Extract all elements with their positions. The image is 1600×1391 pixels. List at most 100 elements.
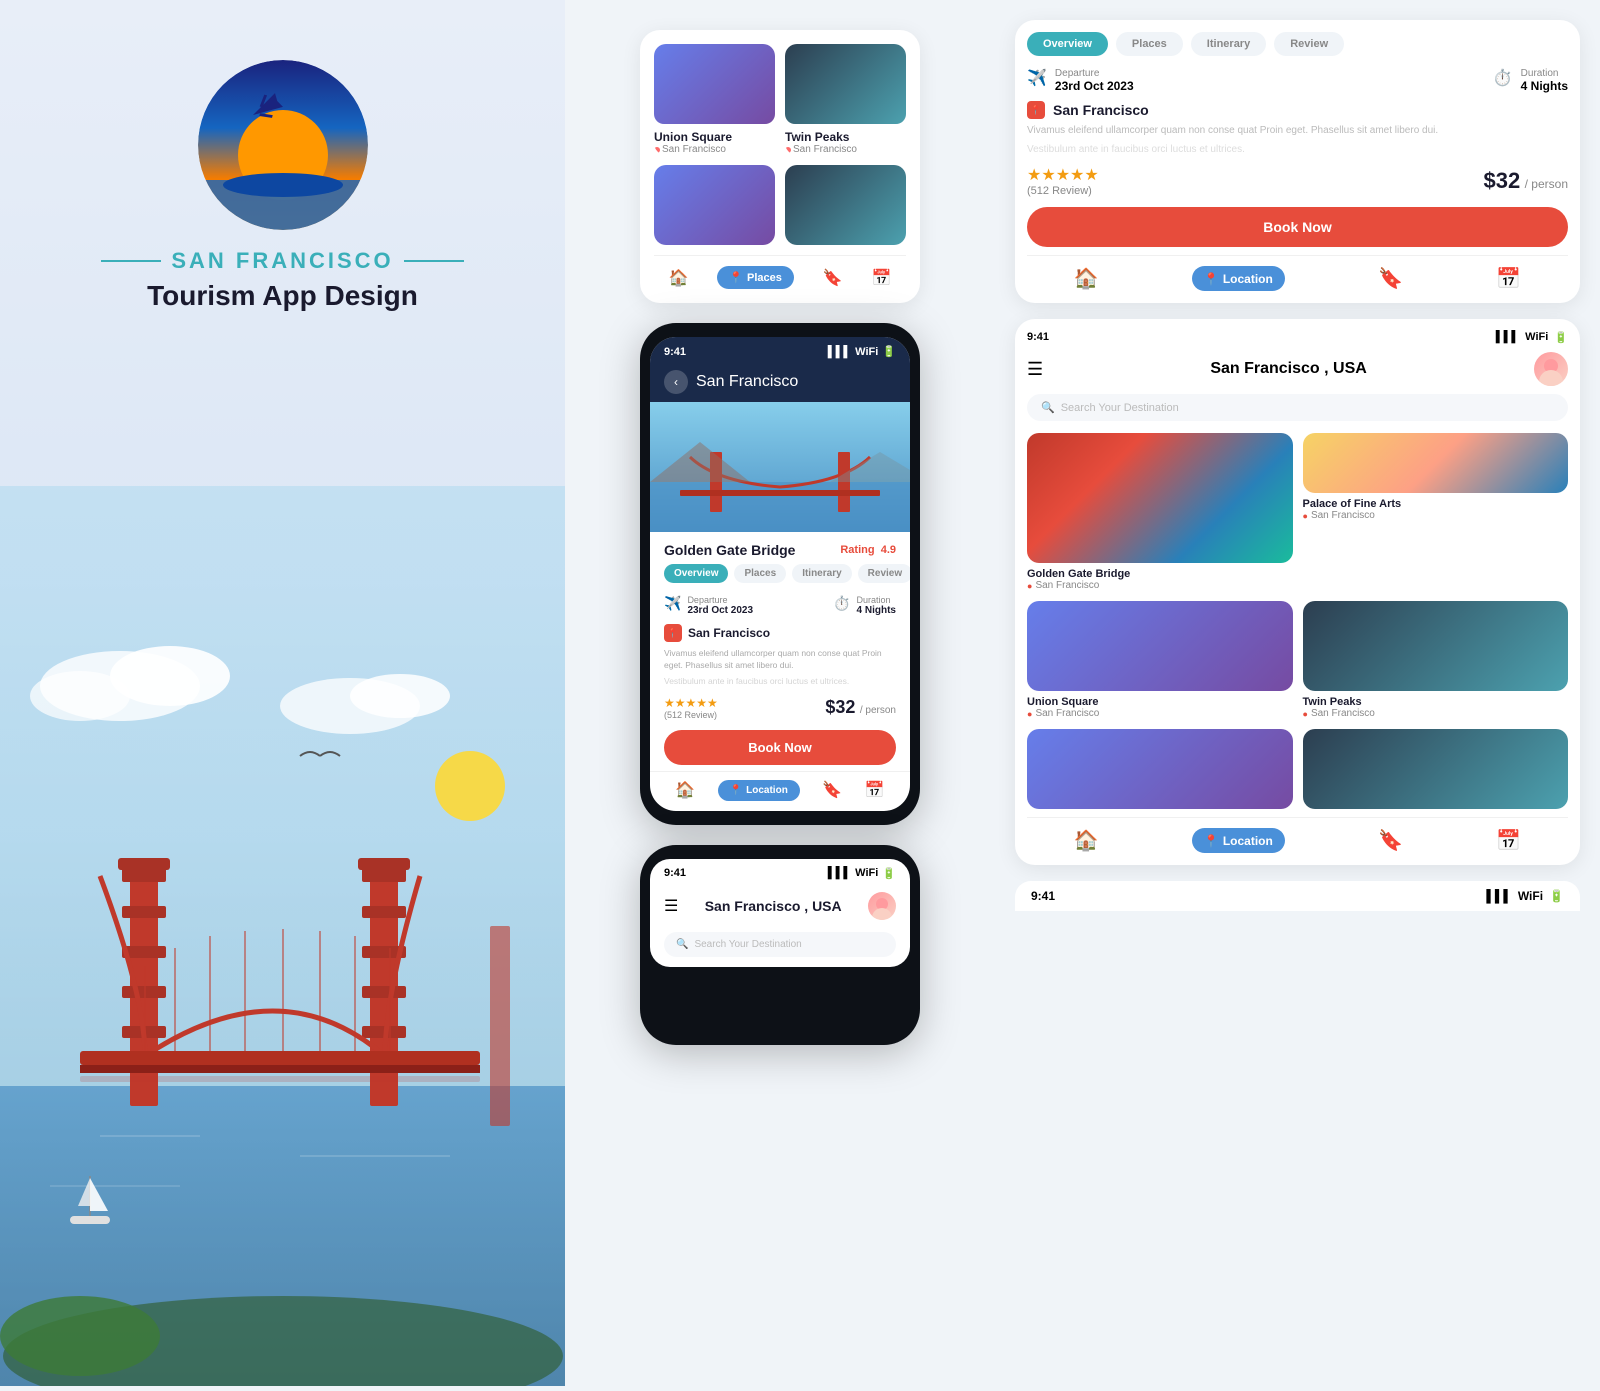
rp3-signal: ▌▌▌ [1486, 889, 1512, 903]
left-panel: SAN FRANCISCO Tourism App Design [0, 0, 565, 1386]
card-loc-twin: San Francisco [785, 144, 906, 155]
menu-icon[interactable]: ☰ [664, 896, 678, 916]
nav-bookmark-btn-small[interactable]: 🔖 [823, 268, 843, 288]
small-card-twin-peaks[interactable]: Twin Peaks San Francisco [785, 44, 906, 155]
rp2-destinations-grid: Golden Gate Bridge ● San Francisco Palac… [1027, 433, 1568, 591]
rp2-menu-icon[interactable]: ☰ [1027, 359, 1043, 380]
rp2-destinations-grid-2: Union Square ● San Francisco Twin Peaks … [1027, 601, 1568, 719]
search-bar[interactable]: 🔍 Search Your Destination [664, 932, 896, 957]
rp2-nav-calendar[interactable]: 📅 [1496, 828, 1521, 853]
rp2-battery: 🔋 [1554, 331, 1568, 344]
back-button[interactable]: ‹ [664, 370, 688, 394]
tab-places[interactable]: Places [734, 564, 786, 583]
status-icons-2: ▌▌▌ WiFi 🔋 [828, 867, 896, 880]
nav-home-icon[interactable]: 🏠 [675, 780, 695, 801]
rp2-nav-bookmark[interactable]: 🔖 [1378, 828, 1403, 853]
wifi-2: WiFi [855, 867, 878, 879]
rp3-wifi: WiFi [1518, 889, 1543, 903]
r-stars-section: ★★★★★ (512 Review) [1027, 165, 1099, 197]
departure-date: 23rd Oct 2023 [687, 605, 753, 616]
rp2-card-union[interactable]: Union Square ● San Francisco [1027, 601, 1293, 719]
rp2-img-coit [1303, 729, 1569, 809]
r-nav-home[interactable]: 🏠 [1074, 266, 1099, 291]
r-stars-row: ★★★★★ (512 Review) $32 / person [1027, 165, 1568, 197]
right-tab-review[interactable]: Review [1274, 32, 1344, 56]
rp2-time: 9:41 [1027, 331, 1049, 344]
tab-overview[interactable]: Overview [664, 564, 728, 583]
rp2-card-twin[interactable]: Twin Peaks ● San Francisco [1303, 601, 1569, 719]
battery-icon-1: 🔋 [882, 345, 896, 358]
user-avatar[interactable] [868, 892, 896, 920]
title-line-left [101, 260, 161, 262]
nav-location-active[interactable]: 📍 Location [718, 780, 800, 801]
rp2-avatar[interactable] [1534, 352, 1568, 386]
right-tab-overview[interactable]: Overview [1027, 32, 1108, 56]
rating-value: 4.9 [881, 544, 896, 556]
signal-2: ▌▌▌ [828, 867, 851, 879]
nav-bookmark-icon[interactable]: 🔖 [822, 780, 842, 801]
location-badge-icon: 📍 [664, 624, 682, 642]
card-title-twin: Twin Peaks [785, 130, 906, 144]
location-badge-row: 📍 San Francisco [650, 620, 910, 646]
r-stars: ★★★★★ [1027, 165, 1099, 185]
status-time-1: 9:41 [664, 346, 686, 358]
rp2-bottom-nav: 🏠 📍 Location 🔖 📅 [1027, 817, 1568, 853]
nav-home-btn-small[interactable]: 🏠 [668, 268, 688, 288]
small-card-4[interactable] [785, 165, 906, 245]
card-info-twin: Twin Peaks San Francisco [785, 130, 906, 155]
phone2-header: ☰ San Francisco , USA [650, 884, 910, 928]
right-tab-places[interactable]: Places [1116, 32, 1183, 56]
rp2-card-alcatraz[interactable] [1027, 729, 1293, 809]
book-now-button[interactable]: Book Now [664, 730, 896, 765]
rp2-search-placeholder: Search Your Destination [1061, 402, 1179, 414]
nav-calendar-icon[interactable]: 📅 [865, 780, 885, 801]
rp2-img-twin [1303, 601, 1569, 691]
rp2-nav-location-active[interactable]: 📍 Location [1192, 828, 1285, 853]
r-review-count: (512 Review) [1027, 185, 1099, 197]
small-card-union-square[interactable]: Union Square San Francisco [654, 44, 775, 155]
small-cards-grid-2 [654, 165, 906, 245]
top-cards-widget: Union Square San Francisco Twin Peaks Sa… [640, 30, 920, 303]
rp2-loc-palace: ● San Francisco [1303, 510, 1569, 521]
r-book-now-button[interactable]: Book Now [1027, 207, 1568, 247]
price-display: $32 [825, 697, 855, 717]
r-nav-bookmark[interactable]: 🔖 [1378, 266, 1403, 291]
rp2-card-golden-gate[interactable]: Golden Gate Bridge ● San Francisco [1027, 433, 1293, 591]
rp2-card-palace[interactable]: Palace of Fine Arts ● San Francisco [1303, 433, 1569, 591]
rp2-card-coit[interactable] [1303, 729, 1569, 809]
app-subtitle: Tourism App Design [147, 280, 418, 312]
small-card-3[interactable] [654, 165, 775, 245]
r-departure-date: 23rd Oct 2023 [1055, 79, 1134, 93]
r-nav-calendar[interactable]: 📅 [1496, 266, 1521, 291]
right-phone-detail: Overview Places Itinerary Review ✈️ Depa… [1015, 20, 1580, 303]
battery-2: 🔋 [882, 867, 896, 880]
nav-location-btn-small-active[interactable]: 📍 Places [717, 266, 794, 289]
rp2-search-bar[interactable]: 🔍 Search Your Destination [1027, 394, 1568, 421]
nav-calendar-btn-small[interactable]: 📅 [872, 268, 892, 288]
city-name: SAN FRANCISCO [171, 248, 393, 274]
middle-panel: Union Square San Francisco Twin Peaks Sa… [565, 0, 995, 1386]
description-text-1: Vivamus eleifend ullamcorper quam non co… [650, 646, 910, 674]
rp2-loc-golden-gate: ● San Francisco [1027, 580, 1293, 591]
dept-dur-row: ✈️ Departure 23rd Oct 2023 ⏱️ Duration 4… [650, 591, 910, 620]
rp2-name-twin: Twin Peaks [1303, 696, 1569, 708]
loc-dot-union [654, 147, 660, 153]
location-nav-icon: 📍 [730, 785, 742, 796]
r-duration-icon: ⏱️ [1493, 68, 1513, 88]
small-cards-grid: Union Square San Francisco Twin Peaks Sa… [654, 44, 906, 155]
rp2-nav-home[interactable]: 🏠 [1074, 828, 1099, 853]
rp2-loc-twin: ● San Francisco [1303, 708, 1569, 719]
status-icons-1: ▌▌▌ WiFi 🔋 [828, 345, 896, 358]
rp2-signal: ▌▌▌ [1496, 331, 1519, 344]
tab-itinerary[interactable]: Itinerary [792, 564, 851, 583]
rp2-status-icons: ▌▌▌ WiFi 🔋 [1496, 331, 1568, 344]
r-nav-location-active[interactable]: 📍 Location [1192, 266, 1285, 291]
tab-review[interactable]: Review [858, 564, 910, 583]
home-icon-small: 🏠 [668, 268, 688, 288]
rp2-img-union [1027, 601, 1293, 691]
bottom-nav-small: 🏠 📍 Places 🔖 📅 [654, 255, 906, 289]
rp2-loc-union: ● San Francisco [1027, 708, 1293, 719]
r-price: $32 [1483, 168, 1520, 193]
rp2-name-golden-gate: Golden Gate Bridge [1027, 568, 1293, 580]
right-tab-itinerary[interactable]: Itinerary [1191, 32, 1266, 56]
